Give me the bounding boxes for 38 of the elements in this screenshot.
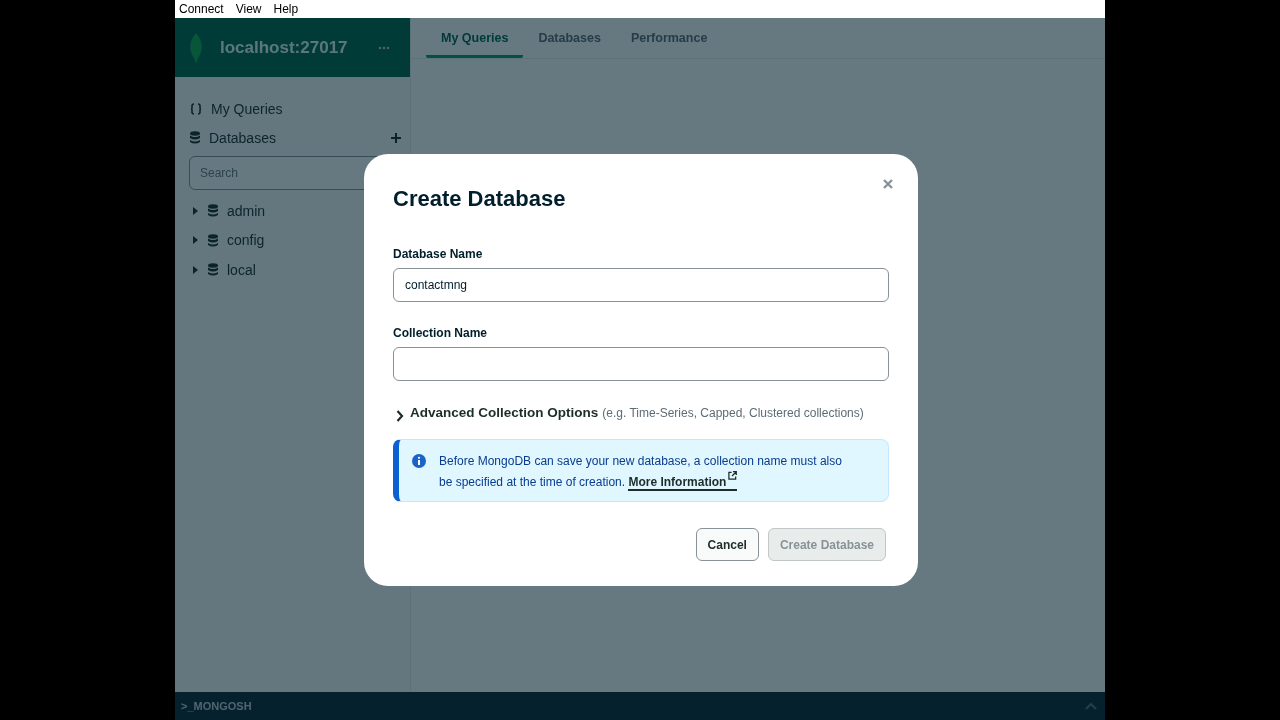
database-icon (208, 233, 218, 247)
caret-icon[interactable] (192, 236, 198, 245)
info-icon (412, 454, 426, 468)
tab[interactable]: Databases (523, 18, 616, 58)
advanced-options-hint: (e.g. Time-Series, Capped, Clustered collections) (602, 406, 864, 420)
database-icon (208, 204, 218, 218)
database-icon (190, 131, 200, 144)
menu-item[interactable]: View (235, 2, 262, 16)
more-information-link[interactable]: More Information (628, 475, 738, 491)
close-icon[interactable] (883, 179, 893, 189)
plus-icon[interactable] (391, 132, 401, 143)
field-label: Collection Name (393, 326, 489, 340)
leaf-icon (189, 32, 203, 63)
database-item[interactable]: admin (227, 202, 266, 219)
external-link-icon (728, 471, 738, 480)
advanced-options-label: Advanced Collection Options (410, 405, 599, 420)
info-text: Before MongoDB can save your new database, a collection name must also be specified at the time of creation. More Information (439, 453, 843, 492)
shell-label: >_MONGOSH (181, 700, 253, 712)
shell-bar[interactable]: >_MONGOSH (175, 692, 1105, 720)
input-field[interactable] (393, 347, 889, 381)
caret-icon[interactable] (192, 265, 198, 274)
menu-item[interactable]: Help (273, 2, 299, 16)
input-field[interactable]: contactmng (393, 268, 889, 302)
advanced-options-toggle[interactable]: Advanced Collection Options (e.g. Time-Series, Capped, Clustered collections) (393, 405, 889, 427)
menu-item[interactable]: Connect (179, 2, 224, 16)
more-icon[interactable] (378, 45, 390, 50)
sidebar-item[interactable]: Databases (209, 129, 391, 146)
sidebar-item[interactable]: My Queries (211, 100, 401, 117)
caret-icon[interactable] (192, 206, 198, 215)
connection-name[interactable]: localhost:27017 (220, 37, 378, 58)
field-label: Database Name (393, 247, 484, 261)
cancel-button[interactable]: Cancel (695, 528, 759, 561)
database-item[interactable]: local (227, 261, 256, 278)
database-item[interactable]: config (227, 232, 265, 249)
tab[interactable]: My Queries (426, 18, 524, 58)
tab[interactable]: Performance (615, 18, 723, 58)
database-icon (208, 263, 218, 277)
braces-icon (190, 102, 202, 115)
